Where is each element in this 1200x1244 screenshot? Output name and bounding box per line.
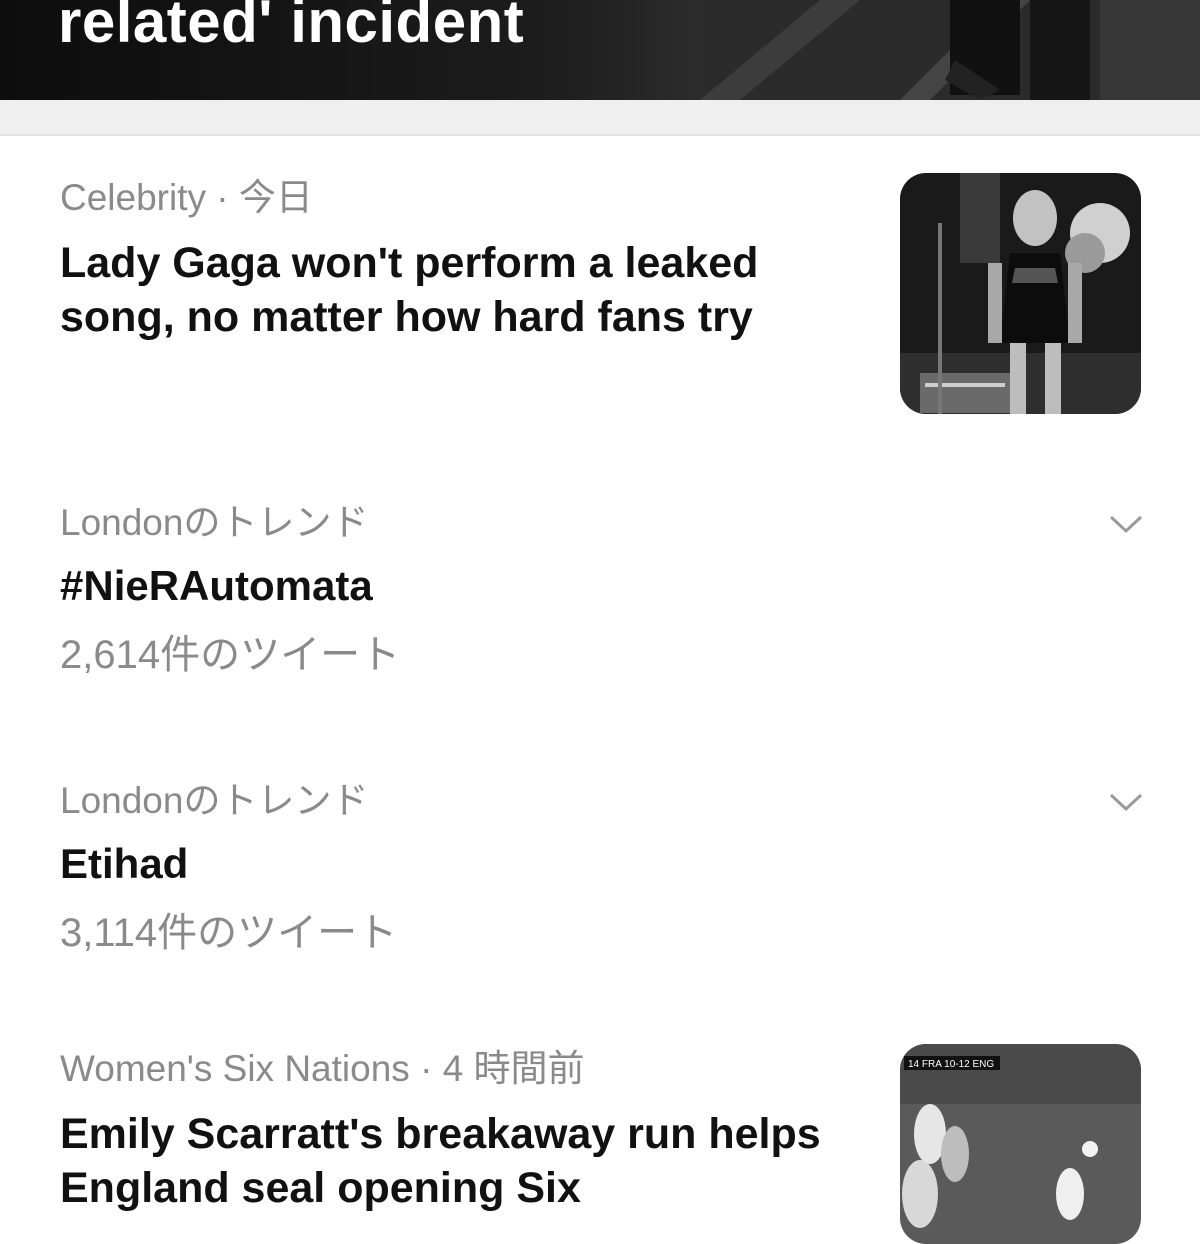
story-meta: Celebrity · 今日 (60, 176, 313, 220)
trend-context: Londonのトレンド (60, 780, 369, 821)
tweet-count: 2,614件のツイート (60, 633, 401, 677)
story-headline: Lady Gaga won't perform a leaked song, n… (60, 239, 759, 341)
meta-separator: · (420, 1048, 433, 1089)
section-separator (0, 100, 1200, 136)
story-category: Celebrity (60, 177, 206, 218)
hero-title: related' incident (58, 0, 525, 55)
news-story-row[interactable]: Celebrity · 今日 Lady Gaga won't perform a… (0, 136, 1200, 453)
story-thumbnail[interactable] (900, 173, 1141, 414)
hero-banner[interactable]: related' incident (0, 0, 1200, 100)
chevron-down-icon[interactable] (1108, 791, 1144, 813)
story-headline: Emily Scarratt's breakaway run helps Eng… (60, 1107, 880, 1215)
trend-row[interactable]: Londonのトレンド Etihad 3,114件のツイート (0, 729, 1200, 1009)
chevron-down-icon[interactable] (1108, 513, 1144, 535)
story-thumbnail[interactable]: 14 FRA 10-12 ENG (900, 1044, 1141, 1244)
news-story-row[interactable]: Women's Six Nations · 4 時間前 Emily Scarra… (0, 1007, 1200, 1244)
scoreboard-text: 14 FRA 10-12 ENG (908, 1059, 994, 1070)
story-meta: Women's Six Nations · 4 時間前 (60, 1047, 585, 1091)
concert-photo (900, 173, 1141, 414)
story-time: 4 時間前 (442, 1048, 585, 1089)
trend-title: Etihad (60, 840, 189, 887)
trend-title: #NieRAutomata (60, 562, 373, 609)
story-headline-text: Emily Scarratt's breakaway run helps Eng… (60, 1110, 821, 1212)
trend-row[interactable]: Londonのトレンド #NieRAutomata 2,614件のツイート (0, 451, 1200, 731)
hero-photo (700, 0, 1200, 100)
rugby-photo: 14 FRA 10-12 ENG (900, 1044, 1141, 1244)
story-category: Women's Six Nations (60, 1048, 410, 1089)
meta-separator: · (216, 177, 229, 218)
tweet-count: 3,114件のツイート (60, 911, 398, 955)
story-time: 今日 (238, 177, 313, 218)
trend-context: Londonのトレンド (60, 502, 369, 543)
